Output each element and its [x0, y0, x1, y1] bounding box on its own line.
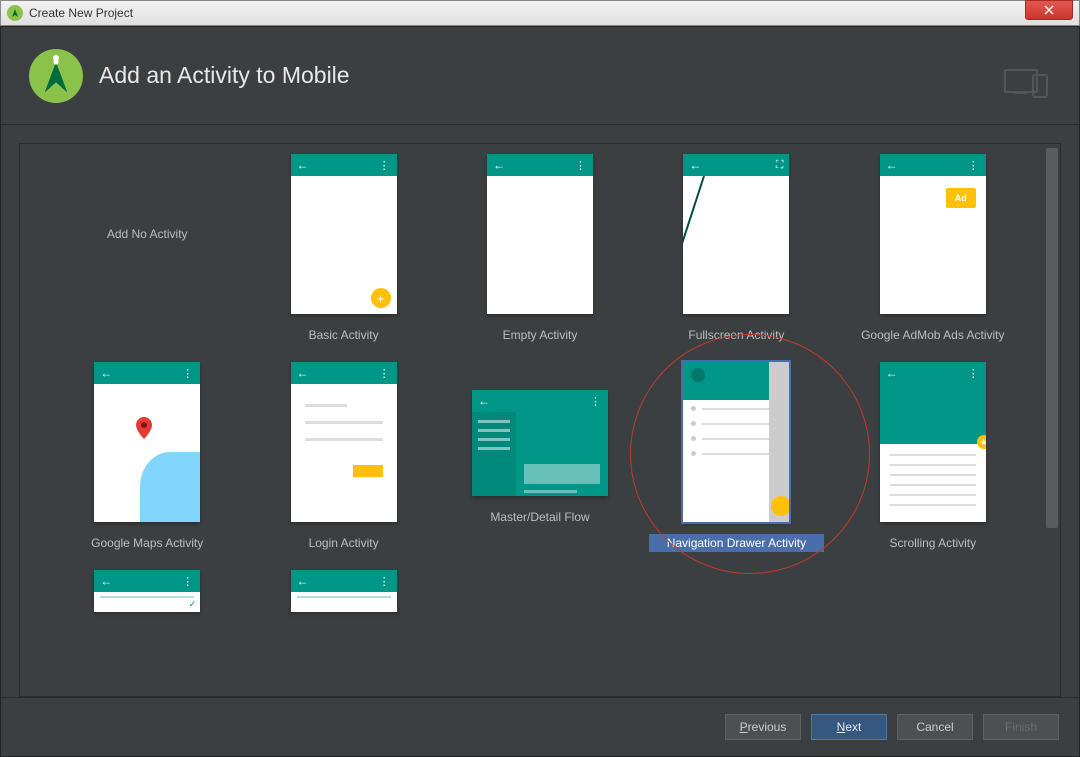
tile-google-maps-activity[interactable]: ← ⋮ Google Maps Activity — [60, 362, 234, 552]
back-arrow-icon: ← — [297, 574, 309, 588]
fullscreen-icon: ⛶ — [776, 159, 784, 172]
tile-partial-1[interactable]: ← ⋮ ✓ — [60, 570, 234, 612]
back-arrow-icon: ← — [100, 574, 112, 588]
back-arrow-icon: ← — [689, 158, 701, 172]
tile-basic-activity[interactable]: ← ⋮ + Basic Activity — [256, 154, 430, 344]
back-arrow-icon: ← — [297, 366, 309, 380]
title-bar: Create New Project — [0, 0, 1080, 26]
tile-label: Basic Activity — [303, 326, 385, 344]
tile-label: Google Maps Activity — [85, 534, 209, 552]
more-icon: ⋮ — [182, 367, 194, 380]
scrollbar-thumb[interactable] — [1046, 148, 1058, 528]
back-arrow-icon: ← — [886, 158, 898, 172]
tile-label: Empty Activity — [497, 326, 584, 344]
tile-login-activity[interactable]: ← ⋮ Login Activity — [256, 362, 430, 552]
back-arrow-icon: ← — [100, 366, 112, 380]
star-icon: ★ — [977, 435, 986, 449]
dialog-window: Add an Activity to Mobile Add No Activit… — [0, 26, 1080, 757]
more-icon: ⋮ — [182, 575, 194, 588]
avatar-icon — [691, 368, 705, 382]
back-arrow-icon: ← — [478, 394, 490, 408]
check-icon: ✓ — [189, 599, 197, 610]
tile-scrolling-activity[interactable]: ← ⋮ ★ Scrolling Activity — [846, 362, 1020, 552]
tile-add-no-activity[interactable]: Add No Activity — [60, 154, 234, 344]
tile-label: Master/Detail Flow — [484, 508, 595, 526]
dialog-header: Add an Activity to Mobile — [1, 27, 1079, 125]
tile-navigation-drawer-activity[interactable]: ⋮ Navigation Drawer Activity — [649, 362, 823, 552]
more-icon: ⋮ — [575, 159, 587, 172]
more-icon: ⋮ — [379, 367, 391, 380]
back-arrow-icon: ← — [297, 158, 309, 172]
tile-fullscreen-activity[interactable]: ← ⛶ Fullscreen Activity — [649, 154, 823, 344]
more-icon: ⋮ — [968, 159, 980, 172]
back-arrow-icon: ← — [493, 158, 505, 172]
tile-admob-activity[interactable]: ← ⋮ Ad Google AdMob Ads Activity — [846, 154, 1020, 344]
tile-label: Navigation Drawer Activity — [649, 534, 823, 552]
dialog-footer: Previous Next Cancel Finish — [1, 697, 1079, 755]
page-title: Add an Activity to Mobile — [99, 62, 350, 89]
fab-icon: + — [371, 288, 391, 308]
tile-empty-activity[interactable]: ← ⋮ Empty Activity — [453, 154, 627, 344]
tile-label: Login Activity — [303, 534, 385, 552]
app-icon — [7, 5, 23, 21]
fab-icon — [771, 496, 789, 516]
tile-label: Fullscreen Activity — [682, 326, 790, 344]
window-title: Create New Project — [29, 6, 1079, 20]
content-area: Add No Activity ←⋮ + Basic Activity ←⋮ E — [1, 125, 1079, 697]
finish-button: Finish — [983, 714, 1059, 740]
page-dots-icon — [683, 302, 789, 306]
devices-icon — [1003, 67, 1051, 104]
next-button[interactable]: Next — [811, 714, 887, 740]
vertical-scrollbar[interactable] — [1046, 146, 1058, 694]
ad-badge-icon: Ad — [946, 188, 976, 208]
more-icon: ⋮ — [968, 367, 980, 380]
tile-partial-2[interactable]: ←⋮ — [256, 570, 430, 612]
tile-label: Google AdMob Ads Activity — [855, 326, 1010, 344]
android-studio-icon — [29, 49, 83, 103]
tile-label: Scrolling Activity — [883, 534, 982, 552]
close-button[interactable] — [1025, 0, 1073, 20]
more-icon: ⋮ — [590, 395, 602, 408]
map-pin-icon — [136, 417, 152, 445]
more-icon: ⋮ — [379, 575, 391, 588]
activity-gallery: Add No Activity ←⋮ + Basic Activity ←⋮ E — [20, 144, 1060, 622]
more-icon: ⋮ — [379, 159, 391, 172]
previous-button[interactable]: Previous — [725, 714, 801, 740]
tile-master-detail-flow[interactable]: ← ⋮ Master/Detail Flow — [453, 362, 627, 552]
back-arrow-icon: ← — [886, 366, 898, 380]
cancel-button[interactable]: Cancel — [897, 714, 973, 740]
gallery-container: Add No Activity ←⋮ + Basic Activity ←⋮ E — [19, 143, 1061, 697]
tile-label: Add No Activity — [107, 227, 188, 241]
